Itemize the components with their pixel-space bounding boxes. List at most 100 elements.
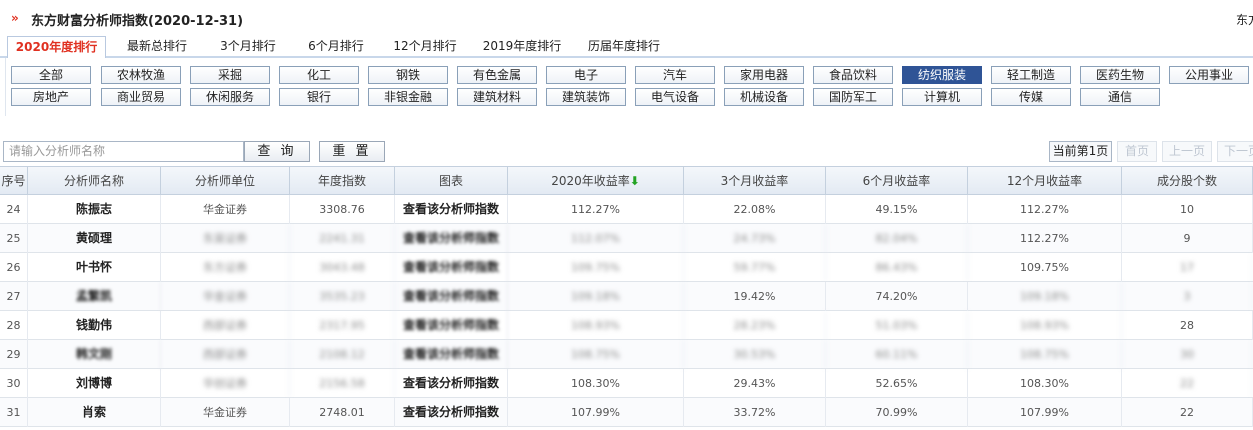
view-analyst-index-link[interactable]: 查看该分析师指数 (395, 282, 508, 311)
table-row: 27 孟繁凯 华金证券 3535.23 查看该分析师指数 109.18% 19.42% 74.… (0, 282, 1253, 311)
row-index: 28 (0, 311, 28, 340)
category-button[interactable]: 化工 (279, 66, 359, 84)
category-button[interactable]: 建筑材料 (457, 88, 537, 106)
category-button[interactable]: 全部 (11, 66, 91, 84)
tab-2019-annual[interactable]: 2019年度排行 (476, 36, 568, 58)
table-row: 26 叶书怀 东方证券 3043.48 查看该分析师指数 109.75% 59.77% 86.… (0, 253, 1253, 282)
category-button[interactable]: 银行 (279, 88, 359, 106)
header-analyst-firm: 分析师单位 (161, 167, 290, 195)
constituent-count: 28 (1122, 311, 1253, 340)
annual-index: 2748.01 (290, 398, 395, 427)
header-constituent-count: 成分股个数 (1122, 167, 1253, 195)
header-label: 12个月收益率 (1006, 174, 1083, 188)
category-button[interactable]: 房地产 (11, 88, 91, 106)
row-index: 27 (0, 282, 28, 311)
tab-12-month[interactable]: 12个月排行 (384, 36, 466, 58)
return-2020: 112.27% (508, 195, 684, 224)
first-page-button[interactable]: 首页 (1117, 141, 1157, 162)
header-label: 3个月收益率 (720, 174, 789, 188)
header-2020-return[interactable]: 2020年收益率⬇ (508, 167, 684, 195)
return-12m: 112.27% (968, 195, 1122, 224)
header-6m-return: 6个月收益率 (826, 167, 968, 195)
tab-latest-overall[interactable]: 最新总排行 (114, 36, 200, 58)
analyst-firm: 东方证券 (161, 253, 290, 282)
category-button[interactable]: 公用事业 (1169, 66, 1249, 84)
category-button[interactable]: 电子 (546, 66, 626, 84)
category-button[interactable]: 国防军工 (813, 88, 893, 106)
return-2020: 112.07% (508, 224, 684, 253)
return-6m: 82.04% (826, 224, 968, 253)
view-analyst-index-link[interactable]: 查看该分析师指数 (395, 224, 508, 253)
header-label: 分析师单位 (194, 174, 255, 188)
return-3m: 30.53% (684, 340, 826, 369)
constituent-count: 30 (1122, 340, 1253, 369)
category-button[interactable]: 汽车 (635, 66, 715, 84)
category-button[interactable]: 钢铁 (368, 66, 448, 84)
return-3m: 33.72% (684, 398, 826, 427)
category-button[interactable]: 非银金融 (368, 88, 448, 106)
category-button[interactable]: 传媒 (991, 88, 1071, 106)
analyst-firm: 华金证券 (161, 398, 290, 427)
next-page-button[interactable]: 下一页 (1217, 141, 1253, 162)
return-12m: 109.75% (968, 253, 1122, 282)
return-6m: 74.20% (826, 282, 968, 311)
row-index: 30 (0, 369, 28, 398)
return-3m: 28.23% (684, 311, 826, 340)
analyst-name: 韩文刚 (28, 340, 161, 369)
category-button[interactable]: 机械设备 (724, 88, 804, 106)
header-label: 成分股个数 (1156, 174, 1217, 188)
return-3m: 59.77% (684, 253, 826, 282)
table-row: 31 肖索 华金证券 2748.01 查看该分析师指数 107.99% 33.72% 70.9… (0, 398, 1253, 427)
reset-button[interactable]: 重 置 (319, 141, 385, 162)
table-row: 24 陈振志 华金证券 3308.76 查看该分析师指数 112.27% 22.08% 49.… (0, 195, 1253, 224)
category-button[interactable]: 通信 (1080, 88, 1160, 106)
category-button[interactable]: 采掘 (190, 66, 270, 84)
category-button[interactable]: 电气设备 (635, 88, 715, 106)
category-button[interactable]: 休闲服务 (190, 88, 270, 106)
header-12m-return: 12个月收益率 (968, 167, 1122, 195)
return-12m: 108.75% (968, 340, 1122, 369)
header-label: 2020年收益率 (551, 174, 630, 188)
query-button[interactable]: 查 询 (244, 141, 310, 162)
category-button[interactable]: 农林牧渔 (101, 66, 181, 84)
constituent-count: 22 (1122, 369, 1253, 398)
category-button[interactable]: 建筑装饰 (546, 88, 626, 106)
analyst-name: 黄硕理 (28, 224, 161, 253)
annual-index: 3535.23 (290, 282, 395, 311)
view-analyst-index-link[interactable]: 查看该分析师指数 (395, 253, 508, 282)
category-button[interactable]: 商业贸易 (101, 88, 181, 106)
header-annual-index: 年度指数 (290, 167, 395, 195)
category-button[interactable]: 食品饮料 (813, 66, 893, 84)
table-row: 28 钱勤伟 西部证券 2317.95 查看该分析师指数 108.93% 28.23% 51.… (0, 311, 1253, 340)
analyst-name: 钱勤伟 (28, 311, 161, 340)
tab-historical-annual[interactable]: 历届年度排行 (578, 36, 670, 58)
category-button[interactable]: 家用电器 (724, 66, 804, 84)
row-index: 31 (0, 398, 28, 427)
sort-desc-icon[interactable]: ⬇ (630, 174, 640, 188)
analyst-search-input[interactable]: 请输入分析师名称 (3, 141, 244, 162)
category-button[interactable]: 纺织服装 (902, 66, 982, 84)
tab-3-month[interactable]: 3个月排行 (208, 36, 288, 58)
tab-6-month[interactable]: 6个月排行 (296, 36, 376, 58)
row-index: 25 (0, 224, 28, 253)
prev-page-button[interactable]: 上一页 (1162, 141, 1212, 162)
analyst-firm: 东吴证券 (161, 224, 290, 253)
return-12m: 108.93% (968, 311, 1122, 340)
return-12m: 108.30% (968, 369, 1122, 398)
view-analyst-index-link[interactable]: 查看该分析师指数 (395, 195, 508, 224)
view-analyst-index-link[interactable]: 查看该分析师指数 (395, 340, 508, 369)
analyst-firm: 西部证券 (161, 340, 290, 369)
view-analyst-index-link[interactable]: 查看该分析师指数 (395, 398, 508, 427)
table-row: 30 刘博博 华创证券 2156.58 查看该分析师指数 108.30% 29.43% 52.… (0, 369, 1253, 398)
view-analyst-index-link[interactable]: 查看该分析师指数 (395, 369, 508, 398)
annual-index: 2108.12 (290, 340, 395, 369)
return-2020: 109.75% (508, 253, 684, 282)
header-label: 序号 (1, 174, 26, 188)
tab-2020-annual[interactable]: 2020年度排行 (7, 36, 106, 60)
category-button[interactable]: 有色金属 (457, 66, 537, 84)
category-button[interactable]: 计算机 (902, 88, 982, 106)
page-title: 东方财富分析师指数(2020-12-31) (31, 14, 244, 29)
view-analyst-index-link[interactable]: 查看该分析师指数 (395, 311, 508, 340)
category-button[interactable]: 轻工制造 (991, 66, 1071, 84)
category-button[interactable]: 医药生物 (1080, 66, 1160, 84)
